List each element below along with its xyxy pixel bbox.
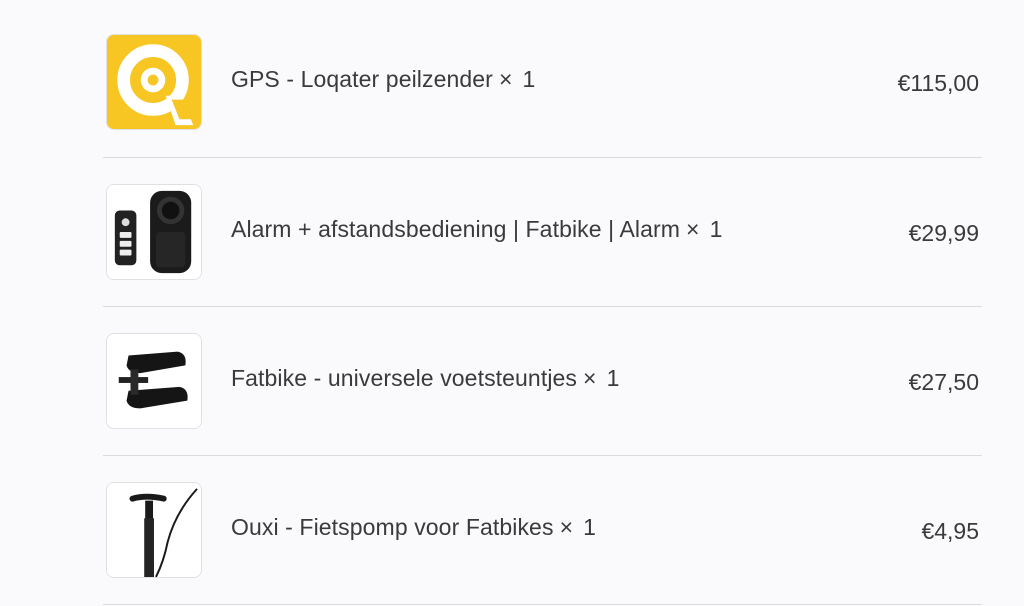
list-item: Fatbike - universele voetsteuntjes × 1 €27… xyxy=(103,307,982,456)
product-price: €4,95 xyxy=(921,518,979,544)
product-price: €115,00 xyxy=(897,70,979,96)
product-thumbnail xyxy=(106,34,202,130)
product-name: Ouxi - Fietspomp voor Fatbikes xyxy=(231,514,554,540)
quantity-symbol: × xyxy=(686,216,700,242)
product-title-line: Alarm + afstandsbediening | Fatbike | Al… xyxy=(231,216,722,243)
quantity-value: 1 xyxy=(709,216,723,242)
quantity-symbol: × xyxy=(583,365,597,391)
list-item: GPS - Loqater peilzender × 1 €115,00 xyxy=(103,8,982,158)
product-title-line: Fatbike - universele voetsteuntjes × 1 xyxy=(231,365,619,392)
quantity-value: 1 xyxy=(522,66,536,92)
product-name: Fatbike - universele voetsteuntjes xyxy=(231,365,578,391)
quantity-value: 1 xyxy=(583,514,597,540)
product-title-line: Ouxi - Fietspomp voor Fatbikes × 1 xyxy=(231,514,596,541)
product-price: €27,50 xyxy=(908,369,979,395)
product-price: €29,99 xyxy=(908,220,979,246)
footpegs-icon xyxy=(107,334,201,428)
quantity-value: 1 xyxy=(606,365,620,391)
product-thumbnail xyxy=(106,333,202,429)
product-name: GPS - Loqater peilzender xyxy=(231,66,493,92)
list-item: Alarm + afstandsbediening | Fatbike | Al… xyxy=(103,158,982,307)
order-items-list: GPS - Loqater peilzender × 1 €115,00 Alarm… xyxy=(103,8,982,605)
product-name: Alarm + afstandsbediening | Fatbike | Al… xyxy=(231,216,681,242)
product-thumbnail xyxy=(106,184,202,280)
alarm-remote-icon xyxy=(107,185,201,279)
list-item: Ouxi - Fietspomp voor Fatbikes × 1 €4,95 xyxy=(103,456,982,605)
product-title-line: GPS - Loqater peilzender × 1 xyxy=(231,66,535,93)
loqater-logo-icon xyxy=(107,35,201,129)
bike-pump-icon xyxy=(107,483,201,577)
quantity-symbol: × xyxy=(498,66,513,92)
quantity-symbol: × xyxy=(559,514,574,540)
product-thumbnail xyxy=(106,482,202,578)
